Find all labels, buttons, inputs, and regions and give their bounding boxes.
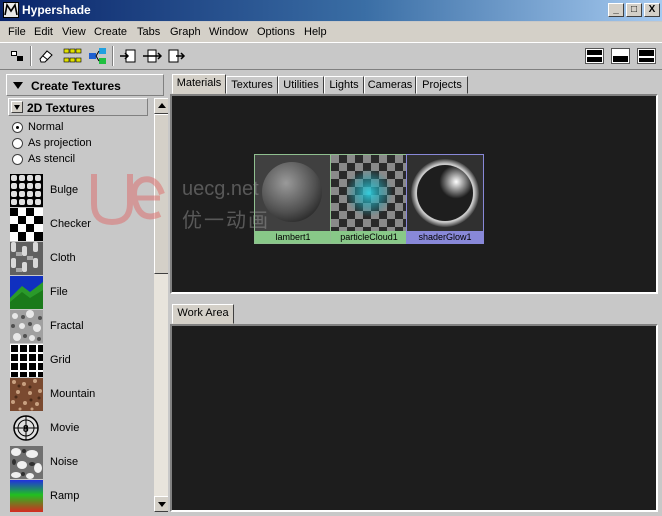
minimize-button[interactable]: _ xyxy=(608,3,624,17)
texture-file[interactable]: File xyxy=(10,276,150,310)
tab-projects[interactable]: Projects xyxy=(416,76,468,94)
close-button[interactable]: X xyxy=(644,3,660,17)
create-textures-label: Create Textures xyxy=(31,79,121,93)
noise-icon xyxy=(10,446,43,479)
node-network-icon[interactable] xyxy=(88,47,108,65)
work-area-tabs: Work Area xyxy=(170,302,658,324)
collapse-triangle-icon xyxy=(13,82,23,89)
texture-list: 2D Textures Normal As projection As sten… xyxy=(8,98,168,512)
grid-icon xyxy=(10,344,43,377)
layout-top-bottom-icon[interactable] xyxy=(585,48,604,64)
arrow-down-icon xyxy=(158,502,166,507)
work-area-pane[interactable] xyxy=(170,324,658,512)
texture-grid[interactable]: Grid xyxy=(10,344,150,378)
texture-ramp[interactable]: Ramp xyxy=(10,480,150,512)
texture-movie[interactable]: 8 Movie xyxy=(10,412,150,446)
shader-glow-sphere-icon xyxy=(407,155,483,231)
tab-lights[interactable]: Lights xyxy=(324,76,364,94)
mountain-icon xyxy=(10,378,43,411)
menu-view[interactable]: View xyxy=(62,26,86,38)
bulge-icon xyxy=(10,174,43,207)
tab-textures[interactable]: Textures xyxy=(226,76,278,94)
2d-textures-label: 2D Textures xyxy=(27,101,95,115)
graph-icon[interactable] xyxy=(8,47,28,65)
particle-cloud-icon xyxy=(331,155,407,231)
lambert-sphere-icon xyxy=(255,155,331,231)
layout-bottom-only-icon[interactable] xyxy=(611,48,630,64)
radio-button[interactable] xyxy=(12,154,23,165)
radio-button[interactable] xyxy=(12,138,23,149)
tab-utilities[interactable]: Utilities xyxy=(278,76,324,94)
tab-work-area[interactable]: Work Area xyxy=(172,304,234,324)
menu-options[interactable]: Options xyxy=(257,26,295,38)
menu-graph[interactable]: Graph xyxy=(170,26,201,38)
scroll-thumb[interactable] xyxy=(154,114,168,274)
in-out-connections-icon[interactable] xyxy=(142,47,162,65)
menu-bar: File Edit View Create Tabs Graph Window … xyxy=(0,22,662,42)
radio-button[interactable] xyxy=(12,122,23,133)
material-swatch-lambert1[interactable]: lambert1 xyxy=(254,154,332,244)
toolbar xyxy=(0,42,662,70)
material-swatch-particlecloud1[interactable]: particleCloud1 xyxy=(330,154,408,244)
scroll-up-button[interactable] xyxy=(154,98,168,114)
menu-file[interactable]: File xyxy=(8,26,26,38)
maya-app-icon[interactable] xyxy=(3,2,19,18)
2d-textures-header[interactable]: 2D Textures xyxy=(8,98,148,116)
hypershade-main-panel: Materials Textures Utilities Lights Came… xyxy=(170,72,658,514)
menu-help[interactable]: Help xyxy=(304,26,327,38)
ramp-icon xyxy=(10,480,43,512)
tab-cameras[interactable]: Cameras xyxy=(364,76,416,94)
material-label: shaderGlow1 xyxy=(407,231,483,243)
texture-mountain[interactable]: Mountain xyxy=(10,378,150,412)
menu-edit[interactable]: Edit xyxy=(34,26,53,38)
file-icon xyxy=(10,276,43,309)
create-textures-header[interactable]: Create Textures xyxy=(6,74,164,96)
texture-cloth[interactable]: Cloth xyxy=(10,242,150,276)
tab-materials[interactable]: Materials xyxy=(172,74,226,94)
input-connections-icon[interactable] xyxy=(118,47,138,65)
section-collapse-button[interactable] xyxy=(11,101,23,113)
menu-tabs[interactable]: Tabs xyxy=(137,26,160,38)
checker-icon xyxy=(10,208,43,241)
eraser-icon[interactable] xyxy=(36,47,56,65)
texture-noise[interactable]: Noise xyxy=(10,446,150,480)
cloth-icon xyxy=(10,242,43,275)
menu-window[interactable]: Window xyxy=(209,26,248,38)
node-tree-icon[interactable] xyxy=(62,47,82,65)
texture-list-scrollbar[interactable] xyxy=(154,98,168,512)
chevron-down-icon xyxy=(14,105,20,110)
material-label: particleCloud1 xyxy=(331,231,407,243)
texture-fractal[interactable]: Fractal xyxy=(10,310,150,344)
title-bar: Hypershade _ □ X xyxy=(0,0,662,21)
create-textures-panel: Create Textures 2D Textures Normal As pr… xyxy=(4,72,168,514)
window-title: Hypershade xyxy=(22,3,91,17)
materials-pane[interactable]: lambert1 particleCloud1 shaderGlow1 xyxy=(170,94,658,294)
arrow-up-icon xyxy=(158,103,166,108)
maximize-button[interactable]: □ xyxy=(626,3,642,17)
movie-icon: 8 xyxy=(10,412,43,445)
output-connections-icon[interactable] xyxy=(166,47,186,65)
scroll-down-button[interactable] xyxy=(154,496,168,512)
svg-text:8: 8 xyxy=(23,424,29,435)
layout-top-only-icon[interactable] xyxy=(637,48,656,64)
menu-create[interactable]: Create xyxy=(94,26,127,38)
texture-bulge[interactable]: Bulge xyxy=(10,174,150,208)
fractal-icon xyxy=(10,310,43,343)
texture-checker[interactable]: Checker xyxy=(10,208,150,242)
material-label: lambert1 xyxy=(255,231,331,243)
shader-tabs: Materials Textures Utilities Lights Came… xyxy=(170,72,658,94)
material-swatch-shaderglow1[interactable]: shaderGlow1 xyxy=(406,154,484,244)
